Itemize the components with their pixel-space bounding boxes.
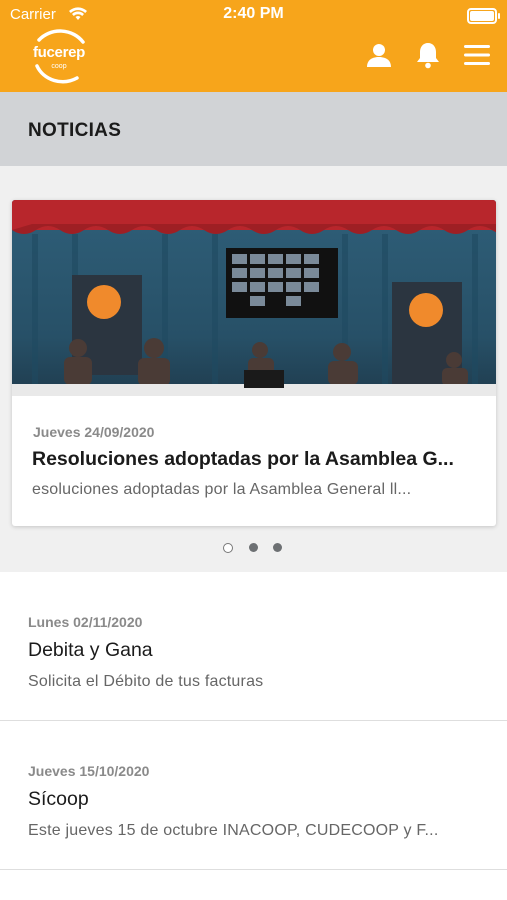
news-list-item[interactable]: Lunes 02/11/2020 Debita y Gana Solicita …	[0, 572, 507, 721]
section-title: NOTICIAS	[28, 120, 122, 141]
news-description: Solicita el Débito de tus facturas	[28, 673, 264, 690]
news-carousel[interactable]: Jueves 24/09/2020 Resoluciones adoptadas…	[0, 166, 507, 572]
page-dot-2[interactable]	[249, 543, 258, 552]
news-list-item[interactable]: Jueves 15/10/2020 Sícoop Este jueves 15 …	[0, 721, 507, 870]
fucerep-logo[interactable]: fucerep coop	[27, 26, 91, 86]
section-header: NOTICIAS	[0, 92, 507, 166]
featured-news-title: Resoluciones adoptadas por la Asamblea G…	[32, 448, 454, 470]
logo-subtext: coop	[51, 63, 67, 70]
bell-icon[interactable]	[413, 40, 443, 70]
logo-text: fucerep	[32, 44, 86, 61]
featured-news-date: Jueves 24/09/2020	[33, 424, 155, 440]
news-date: Jueves 15/10/2020	[28, 763, 150, 779]
assembly-photo-image	[12, 200, 496, 396]
news-date: Lunes 02/11/2020	[28, 614, 143, 630]
news-title: Sícoop	[28, 788, 89, 810]
carousel-page-indicator[interactable]	[223, 541, 289, 555]
app-header: Carrier 2:40 PM fucerep coop	[0, 0, 507, 92]
clock: 2:40 PM	[223, 5, 284, 22]
menu-icon[interactable]	[462, 40, 492, 70]
news-title: Debita y Gana	[28, 639, 153, 661]
page-dot-3[interactable]	[273, 543, 282, 552]
featured-news-card[interactable]: Jueves 24/09/2020 Resoluciones adoptadas…	[12, 200, 496, 526]
page-dot-1[interactable]	[223, 543, 233, 553]
news-description: Este jueves 15 de octubre INACOOP, CUDEC…	[28, 822, 439, 839]
battery-icon	[467, 8, 500, 24]
user-icon[interactable]	[364, 40, 394, 70]
featured-news-subtitle: esoluciones adoptadas por la Asamblea Ge…	[32, 481, 412, 498]
featured-news-photo	[12, 200, 496, 396]
